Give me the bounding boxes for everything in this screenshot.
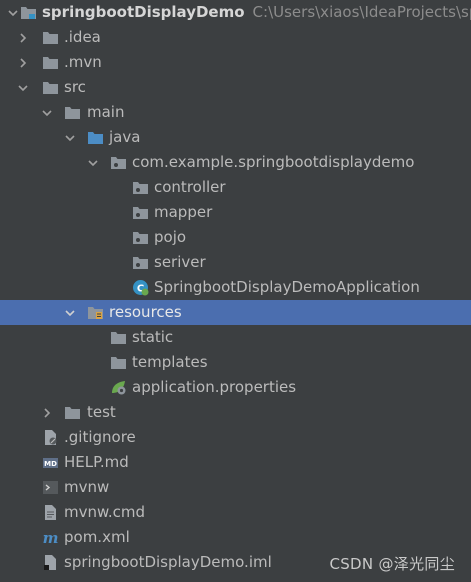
package-icon [132, 204, 149, 221]
tree-item-label: springbootDisplayDemo.iml [64, 553, 272, 571]
tree-row-controller[interactable]: controller [0, 175, 471, 200]
tree-row-root[interactable]: springbootDisplayDemo C:\Users\xiaos\Idea… [0, 0, 471, 25]
chevron-right-icon[interactable] [16, 50, 30, 75]
tree-row-resources[interactable]: resources [0, 300, 471, 325]
tree-item-label: src [64, 78, 86, 96]
shell-script-icon [42, 479, 59, 496]
chevron-down-icon[interactable] [40, 100, 54, 125]
tree-row-application-class[interactable]: C SpringbootDisplayDemoApplication [0, 275, 471, 300]
tree-item-label: seriver [154, 253, 206, 271]
tree-row-static[interactable]: static [0, 325, 471, 350]
resources-folder-icon [87, 304, 104, 321]
tree-row-mvn[interactable]: .mvn [0, 50, 471, 75]
folder-icon [42, 29, 59, 46]
tree-row-test[interactable]: test [0, 400, 471, 425]
tree-row-mapper[interactable]: mapper [0, 200, 471, 225]
tree-row-mvnw[interactable]: mvnw [0, 475, 471, 500]
tree-item-label: mvnw.cmd [64, 503, 146, 521]
tree-row-seriver[interactable]: seriver [0, 250, 471, 275]
chevron-right-icon[interactable] [16, 25, 30, 50]
tree-item-label: main [87, 103, 125, 121]
tree-item-label: resources [109, 303, 182, 321]
tree-item-label: test [87, 403, 116, 421]
spring-boot-class-icon: C [132, 279, 149, 296]
tree-item-label: mvnw [64, 478, 110, 496]
watermark: CSDN @泽光同尘 [329, 555, 455, 573]
tree-item-label: SpringbootDisplayDemoApplication [154, 278, 420, 296]
chevron-down-icon[interactable] [63, 125, 77, 150]
tree-item-label: .idea [64, 28, 101, 46]
tree-row-mvnw-cmd[interactable]: mvnw.cmd [0, 500, 471, 525]
chevron-down-icon[interactable] [6, 0, 20, 25]
tree-row-main[interactable]: main [0, 100, 471, 125]
project-root-name: springbootDisplayDemo [42, 3, 245, 21]
tree-item-label: pom.xml [64, 528, 130, 546]
chevron-down-icon[interactable] [63, 300, 77, 325]
folder-icon [42, 54, 59, 71]
folder-icon [64, 404, 81, 421]
tree-row-pom-xml[interactable]: m pom.xml [0, 525, 471, 550]
tree-row-pojo[interactable]: pojo [0, 225, 471, 250]
gitignore-file-icon [42, 429, 59, 446]
package-icon [132, 254, 149, 271]
svg-text:m: m [43, 529, 59, 546]
source-folder-icon [87, 129, 104, 146]
tree-item-label: com.example.springbootdisplaydemo [132, 153, 415, 171]
tree-item-label: mapper [154, 203, 213, 221]
folder-icon [42, 79, 59, 96]
project-root-label: springbootDisplayDemo C:\Users\xiaos\Idea… [42, 0, 471, 25]
chevron-down-icon[interactable] [86, 150, 100, 175]
tree-item-label: .gitignore [64, 428, 136, 446]
tree-item-label: java [109, 128, 141, 146]
chevron-down-icon[interactable] [16, 75, 30, 100]
tree-row-src[interactable]: src [0, 75, 471, 100]
tree-item-label: static [132, 328, 174, 346]
tree-row-gitignore[interactable]: .gitignore [0, 425, 471, 450]
tree-row-java[interactable]: java [0, 125, 471, 150]
tree-item-label: HELP.md [64, 453, 129, 471]
tree-row-idea[interactable]: .idea [0, 25, 471, 50]
tree-row-help-md[interactable]: MD HELP.md [0, 450, 471, 475]
package-icon [110, 154, 127, 171]
module-folder-icon [20, 4, 37, 21]
tree-item-label: .mvn [64, 53, 102, 71]
tree-item-label: templates [132, 353, 208, 371]
project-tree: springbootDisplayDemo C:\Users\xiaos\Idea… [0, 0, 471, 575]
folder-icon [110, 329, 127, 346]
folder-icon [110, 354, 127, 371]
iml-file-icon [42, 554, 59, 571]
maven-icon: m [42, 529, 59, 546]
tree-item-label: application.properties [132, 378, 297, 396]
markdown-file-icon: MD [42, 454, 59, 471]
svg-text:MD: MD [44, 460, 57, 468]
package-icon [132, 229, 149, 246]
text-file-icon [42, 504, 59, 521]
chevron-right-icon[interactable] [40, 400, 54, 425]
tree-item-label: controller [154, 178, 226, 196]
tree-row-templates[interactable]: templates [0, 350, 471, 375]
folder-icon [64, 104, 81, 121]
tree-row-package-root[interactable]: com.example.springbootdisplaydemo [0, 150, 471, 175]
spring-properties-icon [110, 379, 127, 396]
package-icon [132, 179, 149, 196]
tree-row-application-properties[interactable]: application.properties [0, 375, 471, 400]
project-root-path: C:\Users\xiaos\IdeaProjects\sprin [252, 3, 471, 21]
tree-item-label: pojo [154, 228, 187, 246]
